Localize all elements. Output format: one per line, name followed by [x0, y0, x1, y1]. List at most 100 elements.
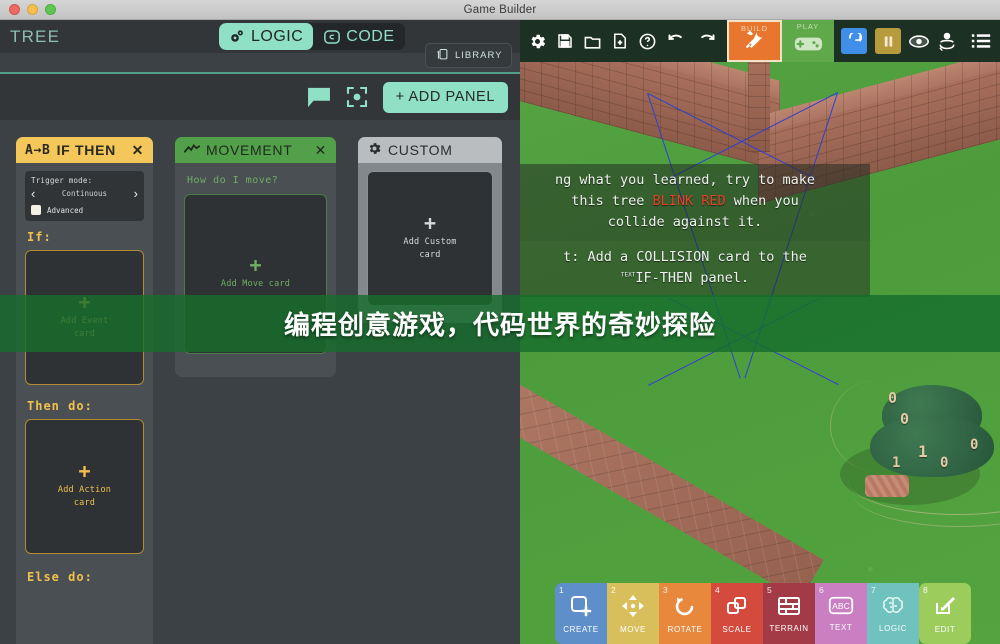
code-brackets-icon: [323, 28, 341, 46]
movement-question: How do I move?: [187, 175, 279, 186]
panel-if-then-body: Trigger mode: ‹ Continuous › Advanced If…: [16, 163, 153, 600]
tree-stump: [865, 475, 909, 497]
tool-scale[interactable]: 4 SCALE: [711, 583, 763, 644]
editor-action-bar: + ADD PANEL: [0, 74, 520, 120]
bottom-tool-palette: 1 CREATE 2 MOVE 3 ROTATE 4 SCALE 5 TERRA…: [555, 583, 971, 644]
tool-move[interactable]: 2 MOVE: [607, 583, 659, 644]
settings-gear-icon[interactable]: [528, 32, 547, 51]
trend-line-icon: [184, 142, 200, 158]
tool-number: 7: [871, 585, 876, 595]
speech-bubble-icon[interactable]: [307, 87, 331, 108]
panel-custom-header[interactable]: CUSTOM: [358, 137, 502, 163]
add-action-card-button[interactable]: + Add Action card: [25, 419, 144, 554]
add-panel-button[interactable]: + ADD PANEL: [382, 81, 508, 113]
brick-wall-icon: [777, 595, 801, 622]
close-icon[interactable]: ✕: [128, 143, 144, 157]
app-window: Game Builder 0 0 1 1 0 0 ng what you lea…: [0, 0, 1000, 644]
new-file-icon[interactable]: [611, 32, 629, 50]
tool-rotate[interactable]: 3 ROTATE: [659, 583, 711, 644]
add-action-card-line2: card: [73, 498, 96, 508]
narration-blink-red-emphasis: BLINK RED: [652, 192, 726, 209]
tool-text[interactable]: 6 ABC TEXT: [815, 583, 867, 644]
chevron-right-icon[interactable]: ›: [134, 187, 138, 200]
overlay-banner: 编程创意游戏，代码世界的奇妙探险: [0, 295, 1000, 352]
tool-number: 3: [663, 585, 668, 595]
tool-label: LOGIC: [879, 623, 907, 633]
tab-code[interactable]: CODE: [313, 23, 404, 50]
else-section-label: Else do:: [27, 570, 93, 584]
panel-movement-title: MOVEMENT: [206, 142, 293, 158]
advanced-toggle[interactable]: Advanced: [31, 205, 138, 215]
pine-tree-object[interactable]: 0 0 1 1 0 0: [830, 381, 1000, 530]
page-title: TREE: [10, 26, 61, 46]
advanced-checkbox[interactable]: [31, 205, 41, 215]
undo-icon[interactable]: [666, 31, 687, 52]
tool-edit[interactable]: 8 EDIT: [919, 583, 971, 644]
player-camera-icon[interactable]: [937, 31, 957, 51]
focus-target-icon[interactable]: [345, 85, 369, 109]
tool-number: 8: [923, 585, 928, 595]
plus-icon: +: [249, 253, 262, 278]
close-icon[interactable]: ✕: [311, 143, 327, 157]
a-to-b-badge: A→B: [25, 142, 51, 158]
add-custom-card-button[interactable]: + Add Custom card: [367, 171, 493, 306]
panel-if-then-title: IF THEN: [56, 142, 116, 158]
narration-line-1: ng what you learned, try to make: [554, 172, 816, 188]
plus-icon: +: [423, 211, 437, 236]
panel-if-then-header[interactable]: A→B IF THEN ✕: [16, 137, 153, 163]
pencil-edit-icon: [933, 594, 957, 623]
hint-line-1: t: Add a COLLISION card to the: [563, 249, 807, 265]
chevron-left-icon[interactable]: ‹: [31, 187, 35, 200]
cards-library-icon: [435, 47, 450, 65]
editor-top-bar: TREE LOGIC CODE LIBRARY: [0, 20, 520, 68]
svg-text:ABC: ABC: [832, 601, 850, 611]
tool-label: ROTATE: [667, 624, 703, 634]
help-icon[interactable]: [638, 32, 657, 51]
gear-icon: [367, 141, 382, 159]
hint-line-2-main: IF-THEN panel.: [635, 269, 750, 286]
game-toolbar: BUILD PLAY: [520, 20, 1000, 62]
add-action-card-line1: Add Action: [57, 485, 112, 496]
tool-logic[interactable]: 7 LOGIC: [867, 583, 919, 644]
panel-if-then[interactable]: A→B IF THEN ✕ Trigger mode: ‹ Continuous…: [16, 137, 153, 644]
panel-canvas[interactable]: A→B IF THEN ✕ Trigger mode: ‹ Continuous…: [0, 120, 520, 644]
tool-terrain[interactable]: 5 TERRAIN: [763, 583, 815, 644]
hint-text: t: Add a COLLISION card to the TEXTIF-TH…: [520, 241, 870, 297]
trigger-mode-control[interactable]: Trigger mode: ‹ Continuous › Advanced: [25, 171, 144, 221]
brain-icon: [880, 595, 906, 622]
hamburger-menu-icon[interactable]: [971, 33, 991, 49]
window-title: Game Builder: [463, 3, 537, 16]
tab-logic[interactable]: LOGIC: [219, 23, 314, 50]
move-arrows-icon: [621, 594, 645, 623]
hint-line-2: TEXTIF-THEN panel.: [520, 268, 862, 289]
play-mode-button[interactable]: PLAY: [782, 20, 834, 62]
save-icon[interactable]: [556, 32, 574, 50]
build-mode-button[interactable]: BUILD: [727, 20, 782, 62]
tool-label: CREATE: [563, 624, 599, 634]
panel-movement-header[interactable]: MOVEMENT ✕: [175, 137, 336, 163]
add-custom-card-line1: Add Custom: [403, 237, 457, 248]
narration-text: ng what you learned, try to make this tr…: [520, 164, 870, 241]
pause-icon[interactable]: [875, 28, 901, 54]
tool-number: 5: [767, 585, 772, 595]
open-folder-icon[interactable]: [583, 32, 602, 51]
tool-label: EDIT: [934, 624, 956, 634]
library-button[interactable]: LIBRARY: [425, 43, 513, 68]
abc-text-icon: ABC: [828, 595, 854, 621]
create-shape-icon: [569, 594, 593, 623]
eye-icon[interactable]: [909, 34, 929, 49]
redo-icon[interactable]: [696, 31, 717, 52]
tool-number: 4: [715, 585, 720, 595]
wall-corner-pillar: [748, 56, 770, 152]
tool-number: 6: [819, 585, 824, 595]
add-custom-card-line2: card: [419, 250, 441, 260]
reset-icon[interactable]: [841, 28, 867, 54]
plus-icon: +: [78, 459, 91, 484]
hint-superscript: TEXT: [620, 271, 636, 279]
rotate-arrow-icon: [673, 594, 697, 623]
narration-line-2-post: when you: [725, 192, 799, 209]
tool-label: TERRAIN: [769, 623, 809, 633]
tool-create[interactable]: 1 CREATE: [555, 583, 607, 644]
build-mode-label: BUILD: [740, 24, 769, 33]
game-toolbar-run-group: [834, 20, 1000, 62]
